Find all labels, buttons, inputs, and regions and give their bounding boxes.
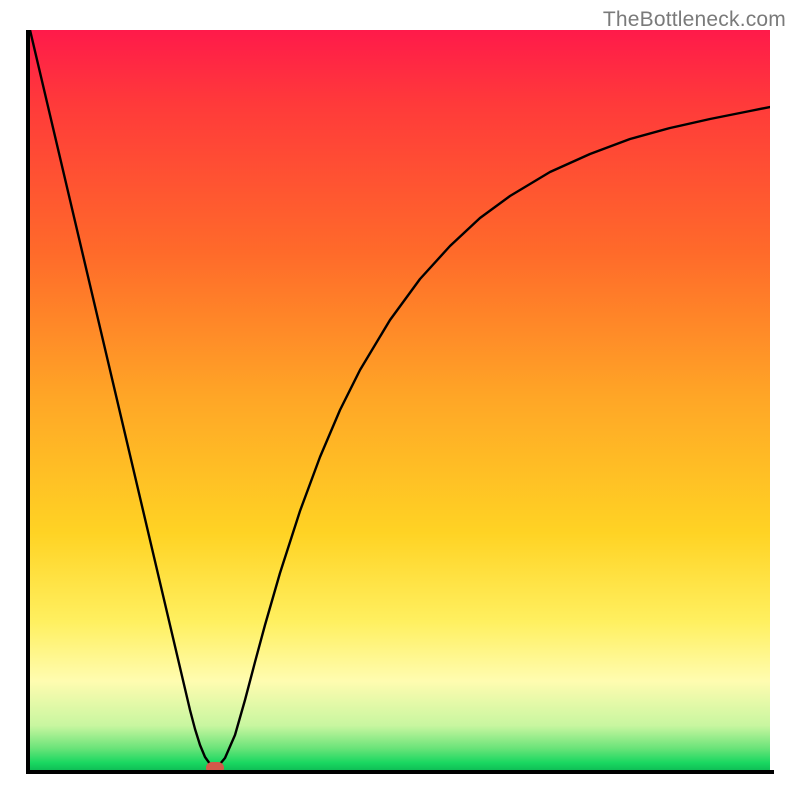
watermark-text: TheBottleneck.com [603, 8, 786, 32]
plot-background [30, 30, 770, 770]
x-axis [26, 770, 774, 774]
y-axis [26, 30, 30, 774]
chart-container: TheBottleneck.com [0, 0, 800, 800]
